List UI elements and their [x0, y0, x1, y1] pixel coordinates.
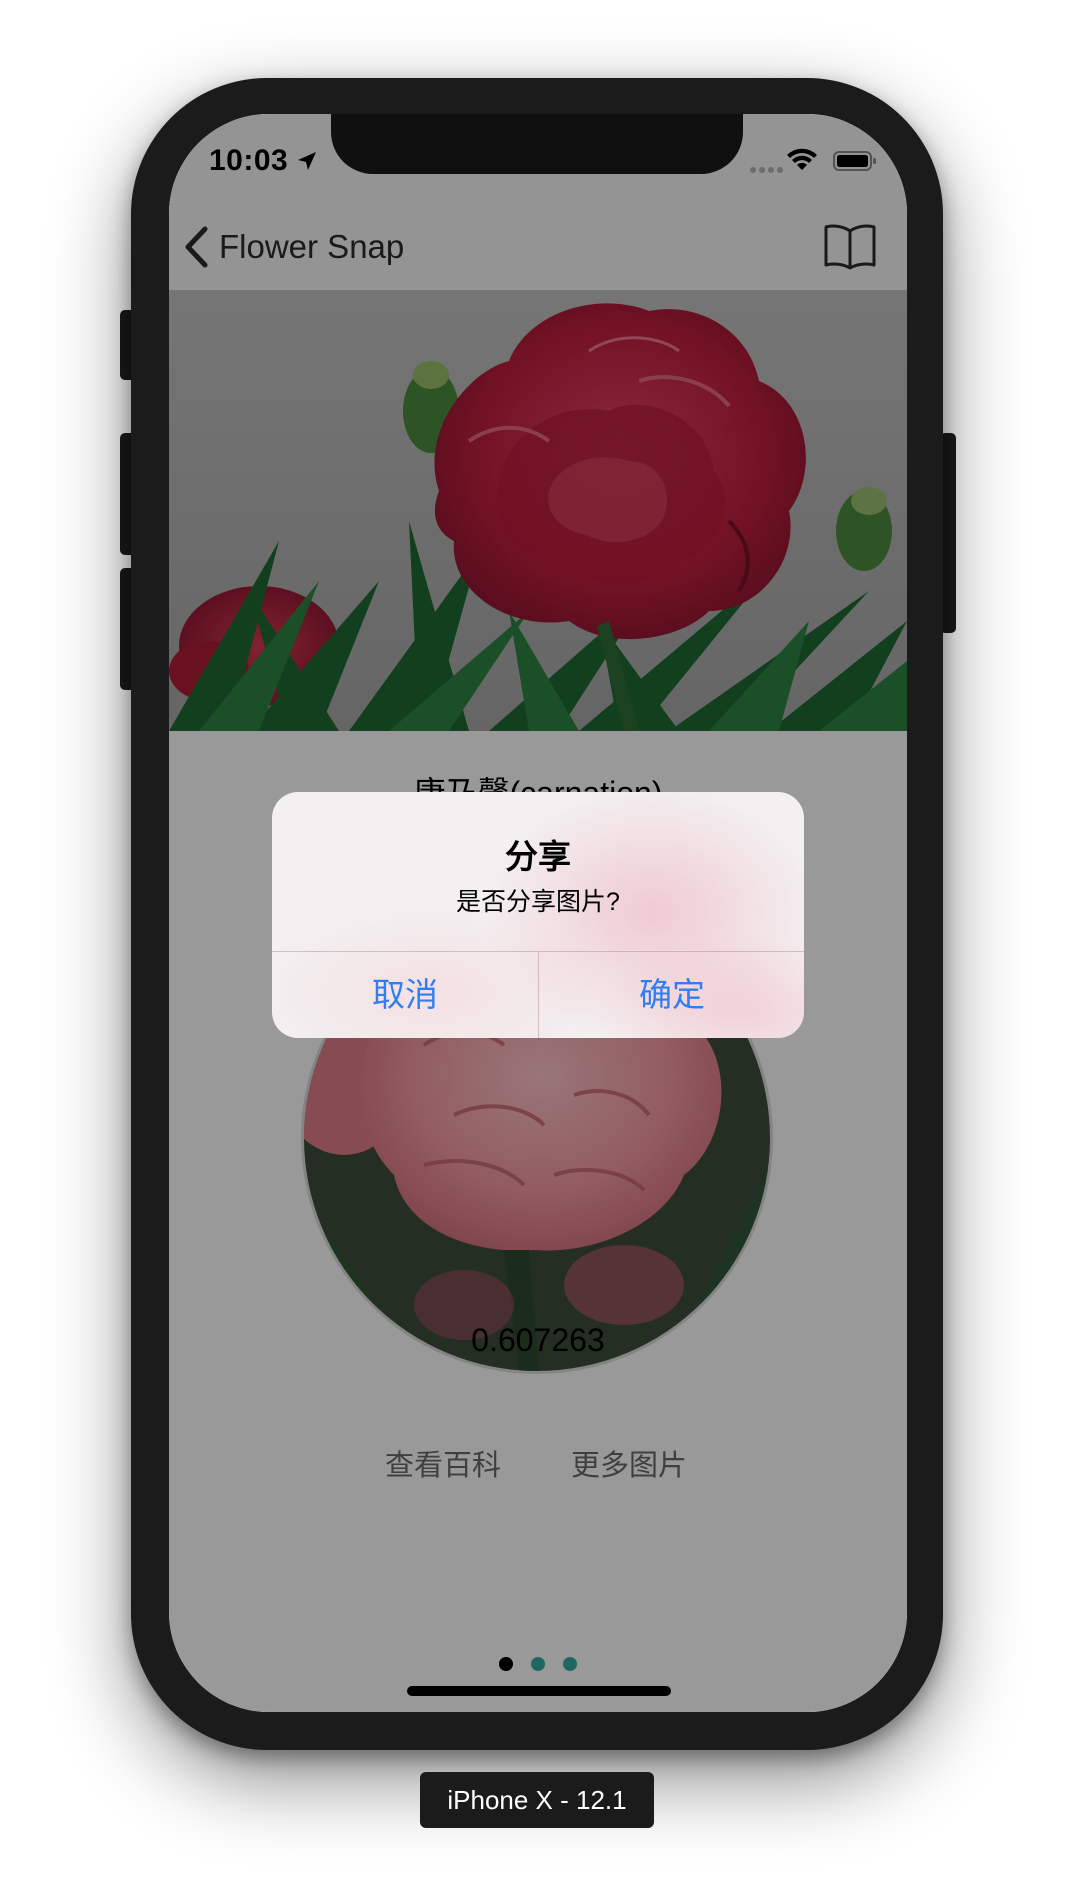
confirm-button[interactable]: 确定 [539, 952, 804, 1038]
alert-title: 分享 [505, 838, 571, 875]
alert-message: 是否分享图片? [456, 888, 620, 916]
phone-screen: 10:03 Flower Snap 0.607263 查看百科 更多图片 分享 … [169, 114, 907, 1712]
cancel-button[interactable]: 取消 [272, 952, 538, 1038]
share-alert-dialog: 分享 是否分享图片? 取消 确定 [272, 792, 804, 1038]
simulator-device-label: iPhone X - 12.1 [420, 1772, 654, 1828]
